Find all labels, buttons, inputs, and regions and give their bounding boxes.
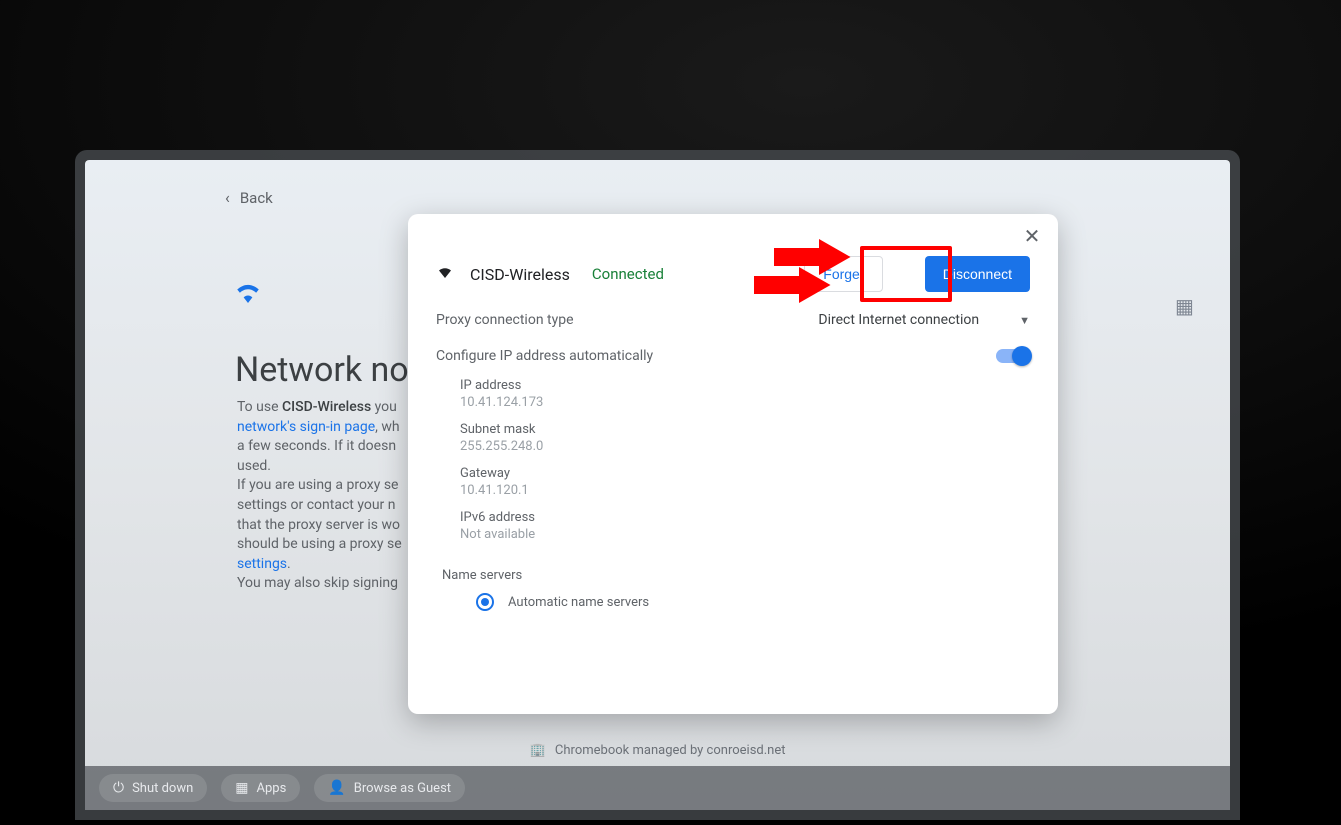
network-details-dialog: ✕ CISD-Wireless Connected Forget Disconn… bbox=[408, 214, 1058, 714]
power-icon: ⏻ bbox=[113, 780, 124, 796]
subnet-mask-label: Subnet mask bbox=[460, 422, 1030, 437]
ipv6-value: Not available bbox=[460, 527, 1030, 542]
disconnect-button[interactable]: Disconnect bbox=[925, 256, 1030, 292]
chromebook-screen: ‹ Back ▦ Network not To use CISD-Wireles… bbox=[85, 160, 1230, 810]
apps-button[interactable]: ▦ Apps bbox=[221, 774, 300, 802]
person-icon: 👤 bbox=[328, 780, 345, 796]
network-ssid: CISD-Wireless bbox=[470, 265, 570, 284]
radio-selected-icon bbox=[476, 593, 494, 611]
back-button[interactable]: ‹ Back bbox=[225, 188, 273, 207]
apps-label: Apps bbox=[257, 781, 287, 796]
apps-grid-icon[interactable]: ▦ bbox=[1175, 294, 1194, 318]
settings-link[interactable]: settings bbox=[237, 556, 287, 572]
gateway-value: 10.41.120.1 bbox=[460, 483, 1030, 498]
chevron-left-icon: ‹ bbox=[225, 188, 230, 207]
auto-ip-toggle[interactable] bbox=[996, 349, 1030, 363]
proxy-type-value: Direct Internet connection bbox=[818, 312, 979, 328]
proxy-type-dropdown[interactable]: Direct Internet connection ▼ bbox=[818, 312, 1030, 328]
ip-block: IP address 10.41.124.173 Subnet mask 255… bbox=[408, 374, 1058, 558]
managed-bar: 🏢 Chromebook managed by conroeisd.net bbox=[85, 743, 1230, 758]
name-server-radio-row[interactable]: Automatic name servers bbox=[408, 589, 1058, 615]
back-label: Back bbox=[240, 189, 273, 207]
wifi-icon bbox=[233, 278, 263, 312]
chevron-down-icon: ▼ bbox=[1019, 314, 1030, 327]
browse-guest-button[interactable]: 👤 Browse as Guest bbox=[314, 774, 465, 802]
building-icon: 🏢 bbox=[530, 743, 546, 758]
ip-address-value: 10.41.124.173 bbox=[460, 395, 1030, 410]
managed-text: Chromebook managed by conroeisd.net bbox=[555, 743, 786, 758]
close-button[interactable]: ✕ bbox=[1018, 222, 1046, 250]
page-title: Network not bbox=[235, 350, 420, 390]
apps-icon: ▦ bbox=[235, 780, 248, 796]
signin-page-link[interactable]: network's sign-in page bbox=[237, 419, 375, 435]
name-servers-label: Name servers bbox=[408, 558, 1058, 589]
auto-ip-label: Configure IP address automatically bbox=[436, 348, 653, 364]
guest-label: Browse as Guest bbox=[354, 781, 451, 796]
ip-address-label: IP address bbox=[460, 378, 1030, 393]
gateway-label: Gateway bbox=[460, 466, 1030, 481]
ipv6-label: IPv6 address bbox=[460, 510, 1030, 525]
shutdown-button[interactable]: ⏻ Shut down bbox=[99, 774, 207, 802]
close-icon: ✕ bbox=[1024, 224, 1041, 248]
wifi-icon bbox=[436, 263, 454, 285]
shutdown-label: Shut down bbox=[132, 781, 193, 796]
name-server-radio-label: Automatic name servers bbox=[508, 595, 649, 610]
proxy-type-label: Proxy connection type bbox=[436, 312, 574, 328]
taskbar: ⏻ Shut down ▦ Apps 👤 Browse as Guest bbox=[85, 766, 1230, 810]
forget-button[interactable]: Forget bbox=[804, 256, 882, 292]
network-status: Connected bbox=[592, 265, 664, 283]
subnet-mask-value: 255.255.248.0 bbox=[460, 439, 1030, 454]
